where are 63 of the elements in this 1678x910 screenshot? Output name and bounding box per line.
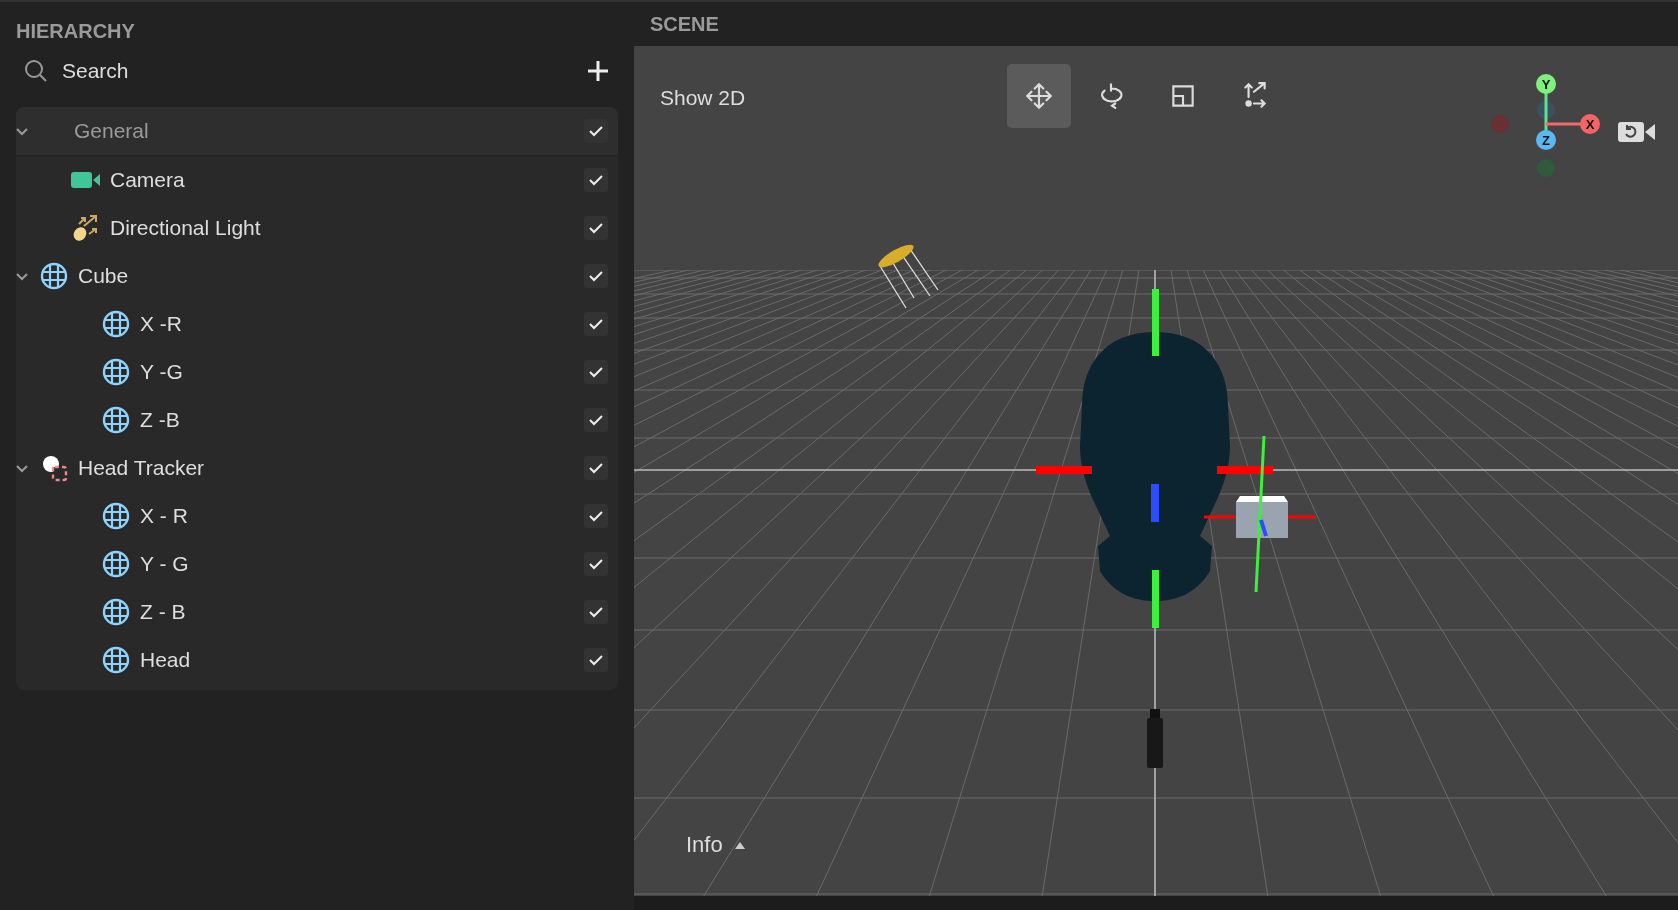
- visibility-checkbox[interactable]: [584, 312, 608, 336]
- check-icon: [589, 222, 603, 234]
- globe-grid-icon: [102, 310, 130, 338]
- item-label[interactable]: Y -G: [140, 360, 584, 384]
- video-camera-icon: [71, 170, 101, 190]
- item-label[interactable]: Y - G: [140, 552, 584, 576]
- group-row[interactable]: General: [16, 107, 618, 156]
- globe-grid-icon: [102, 598, 130, 626]
- check-icon: [589, 654, 603, 666]
- tool-button[interactable]: [1007, 64, 1072, 128]
- check-icon: [589, 366, 603, 378]
- visibility-checkbox[interactable]: [584, 360, 608, 384]
- item-label[interactable]: Z -B: [140, 408, 584, 432]
- globe-grid-icon: [40, 262, 68, 290]
- check-icon: [589, 125, 603, 137]
- panel-title: SCENE: [650, 12, 719, 36]
- visibility-checkbox[interactable]: [584, 264, 608, 288]
- search-field[interactable]: Search: [60, 58, 584, 84]
- check-icon: [589, 174, 603, 186]
- globe-grid-icon: [102, 406, 130, 434]
- item-label[interactable]: General: [74, 119, 584, 143]
- show-2d-toggle[interactable]: Show 2D: [660, 82, 746, 114]
- item-label[interactable]: Camera: [110, 168, 584, 192]
- visibility-checkbox[interactable]: [584, 216, 608, 240]
- orientation-gizmo[interactable]: Y X Z: [1486, 72, 1606, 182]
- move-arrows-icon: [1024, 81, 1055, 111]
- video-camera-icon: [1618, 120, 1656, 144]
- check-icon: [589, 414, 603, 426]
- visibility-checkbox[interactable]: [584, 168, 608, 192]
- info-toggle[interactable]: Info: [686, 832, 745, 858]
- item-label[interactable]: X - R: [140, 504, 584, 528]
- check-icon: [589, 510, 603, 522]
- item-label[interactable]: Head: [140, 648, 584, 672]
- visibility-checkbox[interactable]: [584, 119, 608, 143]
- visibility-checkbox[interactable]: [584, 648, 608, 672]
- visibility-checkbox[interactable]: [584, 456, 608, 480]
- panel-title: HIERARCHY: [16, 20, 136, 43]
- check-icon: [589, 270, 603, 282]
- visibility-checkbox[interactable]: [584, 504, 608, 528]
- globe-grid-icon: [102, 358, 130, 386]
- item-label[interactable]: Z - B: [140, 600, 584, 624]
- visibility-checkbox[interactable]: [584, 600, 608, 624]
- globe-grid-icon: [102, 550, 130, 578]
- item-label[interactable]: Cube: [78, 264, 584, 288]
- globe-grid-icon: [102, 646, 130, 674]
- scene-viewport[interactable]: Show 2D Y X Z Info: [634, 46, 1678, 896]
- light-icon: [72, 214, 100, 242]
- item-label[interactable]: X -R: [140, 312, 584, 336]
- visibility-checkbox[interactable]: [584, 408, 608, 432]
- check-icon: [589, 462, 603, 474]
- check-icon: [589, 606, 603, 618]
- visibility-checkbox[interactable]: [584, 552, 608, 576]
- search-icon: [24, 59, 48, 83]
- head-tracker-icon: [40, 454, 68, 482]
- check-icon: [589, 318, 603, 330]
- globe-grid-icon: [102, 502, 130, 530]
- plus-icon: [587, 60, 609, 82]
- item-label[interactable]: Head Tracker: [78, 456, 584, 480]
- item-label[interactable]: Directional Light: [110, 216, 584, 240]
- directional-light-model: [878, 244, 939, 309]
- caret-up-icon: [734, 841, 745, 849]
- figure-model: [1147, 709, 1163, 768]
- check-icon: [589, 558, 603, 570]
